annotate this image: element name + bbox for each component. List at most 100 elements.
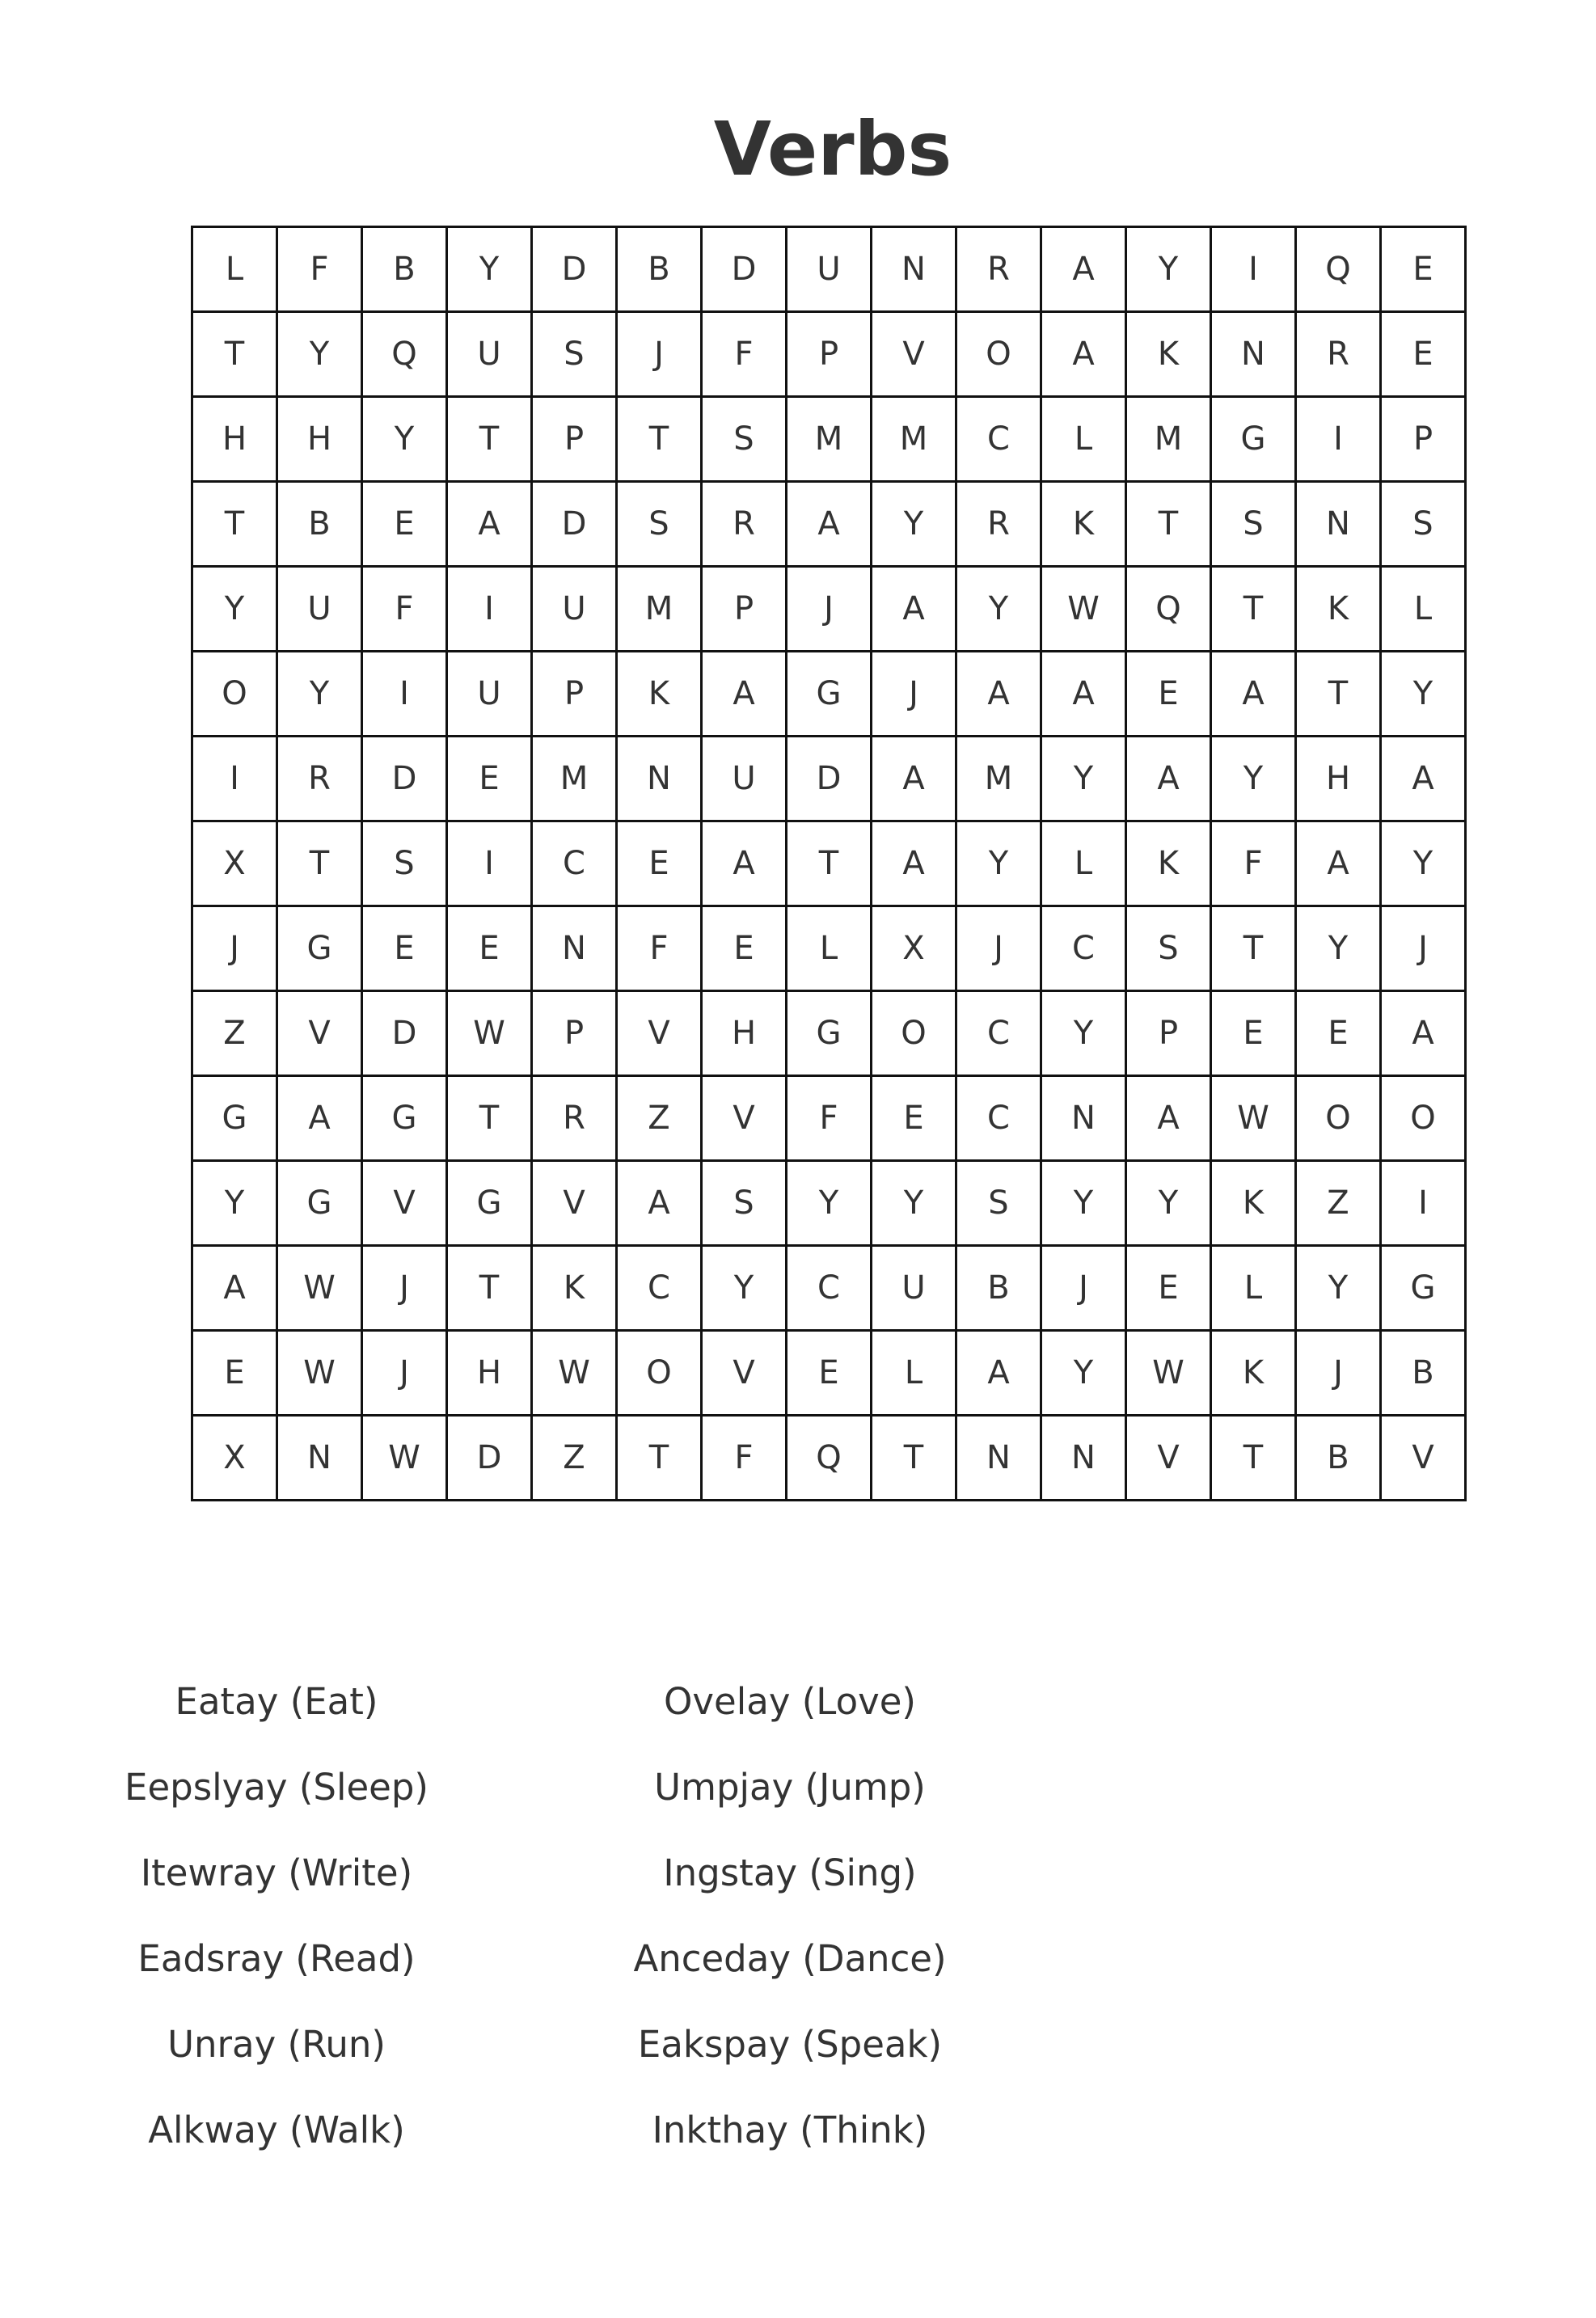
- word-item: Itewray (Write): [140, 1851, 413, 1894]
- grid-cell: F: [361, 565, 448, 652]
- grid-cell: M: [955, 735, 1042, 822]
- grid-cell: T: [276, 820, 363, 907]
- grid-cell: Y: [700, 1244, 787, 1332]
- grid-cell: N: [276, 1414, 363, 1501]
- grid-cell: A: [870, 820, 957, 907]
- grid-cell: J: [955, 905, 1042, 992]
- grid-cell: H: [445, 1329, 533, 1417]
- grid-cell: Y: [1125, 1159, 1212, 1247]
- grid-cell: T: [191, 480, 278, 568]
- grid-cell: L: [1040, 820, 1127, 907]
- grid-cell: Q: [1294, 226, 1382, 313]
- puzzle-title: Verbs: [713, 106, 952, 192]
- grid-cell: W: [530, 1329, 618, 1417]
- grid-cell: V: [870, 310, 957, 398]
- grid-cell: D: [361, 735, 448, 822]
- grid-cell: M: [615, 565, 703, 652]
- grid-cell: O: [1294, 1075, 1382, 1162]
- grid-cell: I: [191, 735, 278, 822]
- grid-cell: A: [191, 1244, 278, 1332]
- grid-cell: V: [276, 990, 363, 1077]
- grid-cell: T: [615, 395, 703, 483]
- grid-cell: Y: [1294, 905, 1382, 992]
- grid-cell: T: [1125, 480, 1212, 568]
- grid-cell: A: [1125, 1075, 1212, 1162]
- grid-cell: J: [361, 1244, 448, 1332]
- grid-cell: D: [530, 226, 618, 313]
- grid-cell: E: [445, 905, 533, 992]
- grid-cell: J: [615, 310, 703, 398]
- grid-cell: A: [1040, 650, 1127, 737]
- grid-cell: Y: [1379, 820, 1467, 907]
- grid-cell: V: [1379, 1414, 1467, 1501]
- word-item: Inkthay (Think): [652, 2109, 928, 2151]
- grid-cell: Z: [530, 1414, 618, 1501]
- grid-cell: A: [1040, 226, 1127, 313]
- grid-cell: J: [361, 1329, 448, 1417]
- grid-row: AWJTKCYCUBJELYG: [191, 1244, 1467, 1332]
- grid-cell: T: [445, 1244, 533, 1332]
- grid-cell: U: [445, 650, 533, 737]
- grid-cell: E: [785, 1329, 872, 1417]
- grid-cell: Y: [276, 310, 363, 398]
- grid-cell: S: [1125, 905, 1212, 992]
- grid-cell: W: [276, 1329, 363, 1417]
- grid-row: JGEENFELXJCSTYJ: [191, 905, 1467, 992]
- grid-cell: S: [1379, 480, 1467, 568]
- grid-cell: W: [276, 1244, 363, 1332]
- grid-cell: R: [276, 735, 363, 822]
- grid-cell: E: [445, 735, 533, 822]
- grid-cell: S: [700, 395, 787, 483]
- grid-cell: O: [955, 310, 1042, 398]
- grid-cell: Z: [1294, 1159, 1382, 1247]
- grid-cell: B: [1379, 1329, 1467, 1417]
- grid-cell: C: [785, 1244, 872, 1332]
- grid-cell: O: [191, 650, 278, 737]
- grid-cell: G: [276, 1159, 363, 1247]
- grid-cell: A: [700, 820, 787, 907]
- grid-cell: M: [1125, 395, 1212, 483]
- grid-cell: E: [191, 1329, 278, 1417]
- grid-cell: Y: [870, 480, 957, 568]
- grid-cell: L: [1210, 1244, 1297, 1332]
- grid-cell: Y: [1125, 226, 1212, 313]
- grid-cell: A: [1379, 990, 1467, 1077]
- grid-cell: F: [700, 1414, 787, 1501]
- grid-cell: L: [1379, 565, 1467, 652]
- grid-cell: Y: [191, 565, 278, 652]
- grid-cell: P: [530, 990, 618, 1077]
- grid-cell: B: [955, 1244, 1042, 1332]
- grid-cell: W: [1210, 1075, 1297, 1162]
- grid-row: IRDEMNUDAMYAYHA: [191, 735, 1467, 822]
- grid-cell: H: [700, 990, 787, 1077]
- grid-cell: M: [870, 395, 957, 483]
- grid-cell: P: [700, 565, 787, 652]
- grid-cell: N: [530, 905, 618, 992]
- word-item: Alkway (Walk): [148, 2109, 405, 2151]
- grid-cell: R: [700, 480, 787, 568]
- grid-cell: T: [445, 1075, 533, 1162]
- grid-cell: A: [1294, 820, 1382, 907]
- grid-cell: O: [1379, 1075, 1467, 1162]
- grid-cell: B: [1294, 1414, 1382, 1501]
- grid-cell: G: [191, 1075, 278, 1162]
- grid-cell: D: [530, 480, 618, 568]
- grid-cell: T: [1210, 1414, 1297, 1501]
- grid-cell: U: [870, 1244, 957, 1332]
- grid-cell: N: [955, 1414, 1042, 1501]
- grid-cell: D: [445, 1414, 533, 1501]
- grid-cell: E: [1125, 650, 1212, 737]
- grid-cell: G: [1210, 395, 1297, 483]
- grid-cell: Y: [785, 1159, 872, 1247]
- grid-cell: W: [1125, 1329, 1212, 1417]
- grid-cell: T: [445, 395, 533, 483]
- grid-cell: V: [361, 1159, 448, 1247]
- grid-cell: V: [615, 990, 703, 1077]
- word-list-column-2: Ovelay (Love) Umpjay (Jump) Ingstay (Sin…: [564, 1659, 1016, 2173]
- grid-cell: E: [1125, 1244, 1212, 1332]
- grid-cell: T: [1210, 905, 1297, 992]
- grid-row: EWJHWOVELAYWKJB: [191, 1329, 1467, 1417]
- grid-cell: Y: [1040, 735, 1127, 822]
- grid-cell: N: [1210, 310, 1297, 398]
- grid-cell: S: [530, 310, 618, 398]
